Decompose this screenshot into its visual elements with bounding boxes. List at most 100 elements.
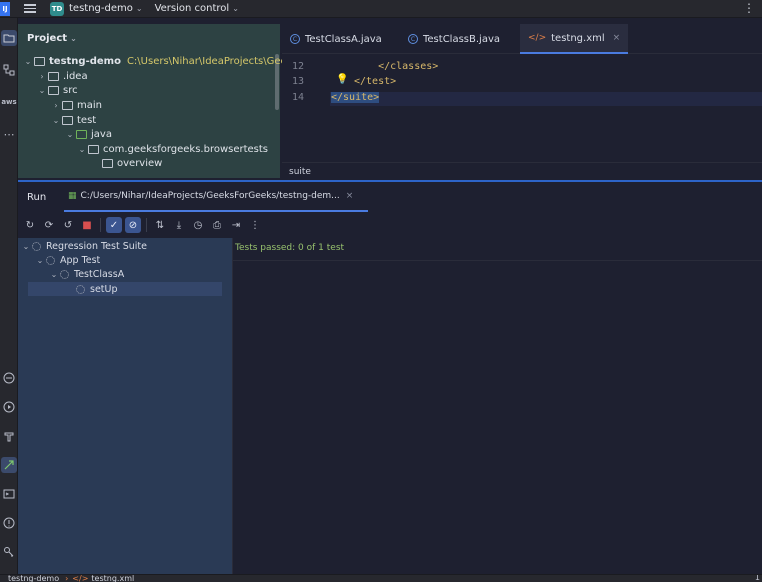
tree-item-app-test[interactable]: ⌄ App Test xyxy=(34,253,101,267)
line-number: 13 xyxy=(292,76,305,87)
tree-item-suite[interactable]: ⌄ Regression Test Suite xyxy=(20,239,147,253)
rerun-icon[interactable]: ↻ xyxy=(22,217,38,233)
chevron-right-icon: › xyxy=(54,100,58,110)
status-of: of xyxy=(303,243,319,253)
status-project[interactable]: testng-demo xyxy=(8,575,59,582)
code-line[interactable]: </test> xyxy=(354,76,396,87)
test-history-icon[interactable]: ◷ xyxy=(190,217,206,233)
test-output-console[interactable]: Tests passed: 0 of 1 test xyxy=(232,238,762,576)
line-number: 12 xyxy=(292,61,305,72)
tree-item-label: test xyxy=(77,114,97,126)
more-options-icon[interactable]: ⋮ xyxy=(247,217,263,233)
close-icon[interactable]: × xyxy=(613,33,621,43)
run-toolbar: ↻ ⟳ ↺ ■ ✓ ⊘ ⇅ ⤓ ◷ ⎙ ⇥ ⋮ xyxy=(18,214,762,236)
package-icon xyxy=(102,158,113,168)
tree-item-testclassa[interactable]: ⌄ TestClassA xyxy=(48,267,125,281)
git-tool-icon[interactable] xyxy=(1,370,17,386)
breadcrumb[interactable]: suite xyxy=(282,162,762,180)
tree-item-label: src xyxy=(63,84,78,96)
import-tests-icon[interactable]: ⇥ xyxy=(228,217,244,233)
export-results-icon[interactable]: ⎙ xyxy=(209,217,225,233)
tree-item-overview[interactable]: overview xyxy=(102,156,162,170)
tree-item-idea[interactable]: › .idea xyxy=(36,69,87,83)
tab-testclassb[interactable]: C TestClassB.java xyxy=(408,24,500,54)
tree-item-java[interactable]: ⌄ java xyxy=(64,127,112,141)
problems-icon[interactable] xyxy=(1,515,17,531)
tree-item-setup[interactable]: setUp xyxy=(28,282,222,296)
project-badge[interactable]: TD xyxy=(50,1,64,16)
tree-item-root[interactable]: ⌄ testng-demo C:\Users\Nihar\IdeaProject… xyxy=(22,54,304,68)
tree-item-test[interactable]: ⌄ test xyxy=(50,113,97,127)
total-count: 1 test xyxy=(318,243,345,253)
close-icon[interactable]: × xyxy=(346,191,354,201)
chevron-down-icon: ⌄ xyxy=(24,56,32,66)
build-hammer-icon[interactable] xyxy=(1,428,17,444)
tree-item-main[interactable]: › main xyxy=(50,98,102,112)
chevron-down-icon: ⌄ xyxy=(52,115,60,125)
main-menu-icon[interactable] xyxy=(24,4,36,13)
editor-tab-bar: C TestClassA.java C TestClassB.java </> … xyxy=(282,24,762,54)
running-spinner-icon xyxy=(32,241,41,251)
folder-icon xyxy=(62,100,73,110)
sort-alphabetically-icon[interactable]: ⇅ xyxy=(152,217,168,233)
tool-window-strip: aws ⋯ xyxy=(0,18,18,574)
tab-testng-xml[interactable]: </> testng.xml × xyxy=(520,24,629,54)
folder-icon xyxy=(48,71,59,81)
running-spinner-icon xyxy=(46,255,55,265)
tree-item-label: java xyxy=(91,128,112,140)
tests-status: Tests passed: 0 of 1 test xyxy=(235,243,344,253)
tree-item-src[interactable]: ⌄ src xyxy=(36,83,78,97)
status-file[interactable]: testng.xml xyxy=(91,575,134,582)
show-ignored-icon[interactable]: ⊘ xyxy=(125,217,141,233)
more-tools-icon[interactable]: ⋯ xyxy=(1,126,17,142)
package-icon xyxy=(88,144,99,154)
chevron-down-icon: ⌄ xyxy=(36,255,44,265)
services-icon[interactable] xyxy=(1,544,17,560)
code-line[interactable]: </classes> xyxy=(354,61,438,72)
testng-icon: ▦ xyxy=(68,191,77,201)
divider xyxy=(233,260,762,261)
rerun-failed-icon[interactable]: ⟳ xyxy=(41,217,57,233)
chevron-down-icon: ⌄ xyxy=(78,144,86,154)
more-actions-icon[interactable]: ⋮ xyxy=(743,1,756,15)
project-tool-icon[interactable] xyxy=(1,30,17,46)
structure-tool-icon[interactable] xyxy=(1,62,17,78)
selected-text[interactable]: </suite> xyxy=(331,92,380,103)
tree-item-label: overview xyxy=(117,157,163,169)
test-node-label: setUp xyxy=(90,283,118,295)
chevron-down-icon: ⌄ xyxy=(50,269,58,279)
java-class-icon: C xyxy=(408,34,418,44)
project-selector[interactable]: testng-demo xyxy=(69,3,133,14)
status-separator-icon: › xyxy=(65,574,69,582)
run-configurations-icon[interactable] xyxy=(1,399,17,415)
chevron-down-icon: ⌄ xyxy=(66,129,74,139)
tree-item-package[interactable]: ⌄ com.geeksforgeeks.browsertests xyxy=(76,142,268,156)
run-panel-title: Run xyxy=(27,191,47,203)
show-passed-icon[interactable]: ✓ xyxy=(106,217,122,233)
intention-bulb-icon[interactable]: 💡 xyxy=(336,74,348,85)
test-node-label: App Test xyxy=(60,254,101,266)
toggle-auto-test-icon[interactable]: ↺ xyxy=(60,217,76,233)
status-bar: testng-demo › </> testng.xml 1 xyxy=(0,574,762,582)
chevron-down-icon: ⌄ xyxy=(70,33,77,43)
test-results-tree: ⌄ Regression Test Suite ⌄ App Test ⌄ Tes… xyxy=(18,238,232,576)
project-panel-header[interactable]: Project ⌄ xyxy=(18,24,280,52)
run-tool-icon[interactable] xyxy=(1,457,17,473)
project-panel: Project ⌄ ⌄ testng-demo C:\Users\Nihar\I… xyxy=(18,24,303,178)
stop-icon[interactable]: ■ xyxy=(79,217,95,233)
toolbar-separator xyxy=(146,218,147,232)
app-logo-icon: IJ xyxy=(0,1,10,16)
collapse-all-icon[interactable]: ⤓ xyxy=(171,217,187,233)
terminal-icon[interactable] xyxy=(1,486,17,502)
version-control-menu[interactable]: Version control xyxy=(155,3,230,14)
status-prefix: Tests passed: xyxy=(235,243,299,253)
editor-area: C TestClassA.java C TestClassB.java </> … xyxy=(282,24,762,180)
tree-item-label: main xyxy=(77,99,102,111)
aws-tool-icon[interactable]: aws xyxy=(1,94,17,110)
chevron-down-icon: ⌄ xyxy=(22,241,30,251)
tree-item-label: testng-demo xyxy=(49,55,121,67)
current-line-highlight xyxy=(330,92,762,106)
run-config-tab[interactable]: ▦ C:/Users/Nihar/IdeaProjects/GeeksForGe… xyxy=(64,182,368,212)
code-line[interactable]: </suite> xyxy=(331,92,380,103)
tab-testclassa[interactable]: C TestClassA.java xyxy=(290,24,382,54)
